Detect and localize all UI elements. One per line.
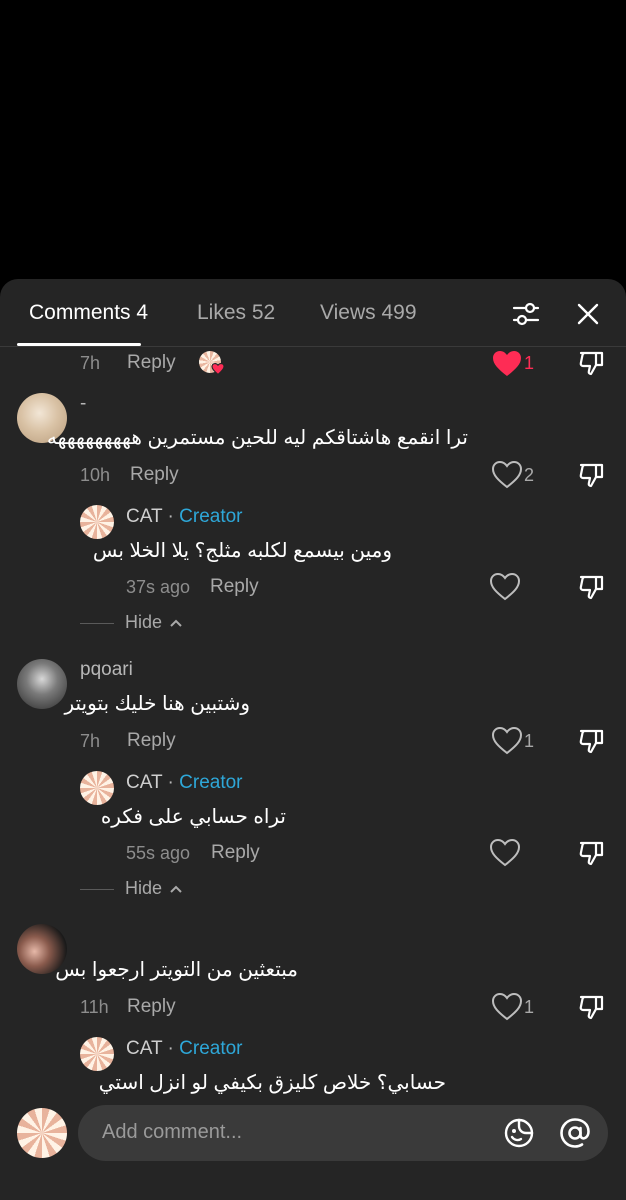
at-icon[interactable] [558,1116,592,1150]
comment-username[interactable]: pqoari [80,659,133,681]
chevron-up-icon [170,885,182,893]
reply-time: 55s ago [126,843,191,863]
comment-input[interactable]: Add comment... [78,1105,608,1161]
hide-label: Hide [125,612,163,632]
thumbs-down-icon[interactable] [578,573,606,601]
thumbs-down-icon[interactable] [578,461,606,489]
emoji-icon[interactable] [502,1116,536,1150]
thumbs-down-icon[interactable] [578,727,606,755]
tab-comments[interactable]: Comments 4 [29,301,148,325]
like-count: 2 [524,465,535,485]
comment-input-bar: Add comment... [0,1097,626,1200]
comment-time: 11h [80,997,109,1017]
reply-username[interactable]: CAT · Creator [126,506,243,528]
heart-icon[interactable] [492,727,522,755]
close-icon [577,303,599,325]
comment-username[interactable]: - [80,393,86,415]
reply-button[interactable]: Reply [127,730,176,752]
hide-replies-button[interactable]: Hide [125,612,182,633]
heart-badge-icon [211,363,225,375]
reply-separator: · [167,506,174,527]
reply-button[interactable]: Reply [130,464,179,486]
reply-username[interactable]: CAT · Creator [126,1038,243,1060]
heart-icon[interactable] [492,350,522,378]
reply-username-text: CAT [126,506,163,527]
comment-text: ترا انقمع هاشتاقكم ليه للحين مستمرين ههه… [46,427,468,449]
like-count: 1 [524,731,535,751]
tab-views[interactable]: Views 499 [320,301,417,325]
creator-badge: Creator [179,1038,243,1059]
thumbs-down-icon[interactable] [578,349,606,377]
comment-time: 7h [80,731,101,751]
active-tab-indicator [17,343,141,346]
comment-time: 10h [80,465,111,485]
creator-avatar[interactable] [80,505,114,539]
hide-divider [80,889,114,890]
avatar[interactable] [17,659,67,709]
reply-separator: · [167,1038,174,1059]
heart-icon[interactable] [492,461,522,489]
tab-likes[interactable]: Likes 52 [197,301,275,325]
my-avatar [17,1108,67,1158]
like-count: 1 [524,997,535,1017]
comment-input-placeholder: Add comment... [102,1121,243,1143]
reply-button[interactable]: Reply [127,352,176,374]
reply-username-text: CAT [126,772,163,793]
reply-button[interactable]: Reply [210,576,259,598]
heart-icon[interactable] [490,839,520,867]
reply-text: حسابي؟ خلاص كليزق بكيفي لو انزل استي [98,1072,446,1094]
hide-replies-button[interactable]: Hide [125,878,182,899]
creator-badge: Creator [179,772,243,793]
creator-avatar[interactable] [80,771,114,805]
heart-icon[interactable] [490,573,520,601]
comment-time: 7h [80,353,101,373]
comment-text: وشتبين هنا خليك بتويتر [64,693,250,715]
comment-text: مبتعثين من التويتر ارجعوا بس [55,959,298,981]
like-count: 1 [524,353,535,373]
heart-icon[interactable] [492,993,522,1021]
reply-text: تراه حسابي على فكره [100,806,286,828]
video-background [0,0,626,280]
chevron-up-icon [170,619,182,627]
comments-list[interactable]: 7h Reply 1 - ترا انقمع هاشتاقكم ليه للحي… [0,347,626,1097]
reply-separator: · [167,772,174,793]
close-button[interactable] [571,297,605,331]
tabs-header: Comments 4 Likes 52 Views 499 [0,279,626,347]
filter-button[interactable] [509,297,543,331]
reply-username-text: CAT [126,1038,163,1059]
sliders-icon [512,302,540,326]
reply-button[interactable]: Reply [211,842,260,864]
reply-button[interactable]: Reply [127,996,176,1018]
reply-time: 37s ago [126,577,191,597]
comments-sheet: Comments 4 Likes 52 Views 499 7h Reply 1… [0,279,626,1200]
creator-badge: Creator [179,506,243,527]
creator-avatar[interactable] [80,1037,114,1071]
thumbs-down-icon[interactable] [578,993,606,1021]
reply-text: ومين بيسمع لكلبه مثلج؟ يلا الخلا بس [92,540,392,562]
reply-username[interactable]: CAT · Creator [126,772,243,794]
hide-divider [80,623,114,624]
thumbs-down-icon[interactable] [578,839,606,867]
hide-label: Hide [125,878,163,898]
